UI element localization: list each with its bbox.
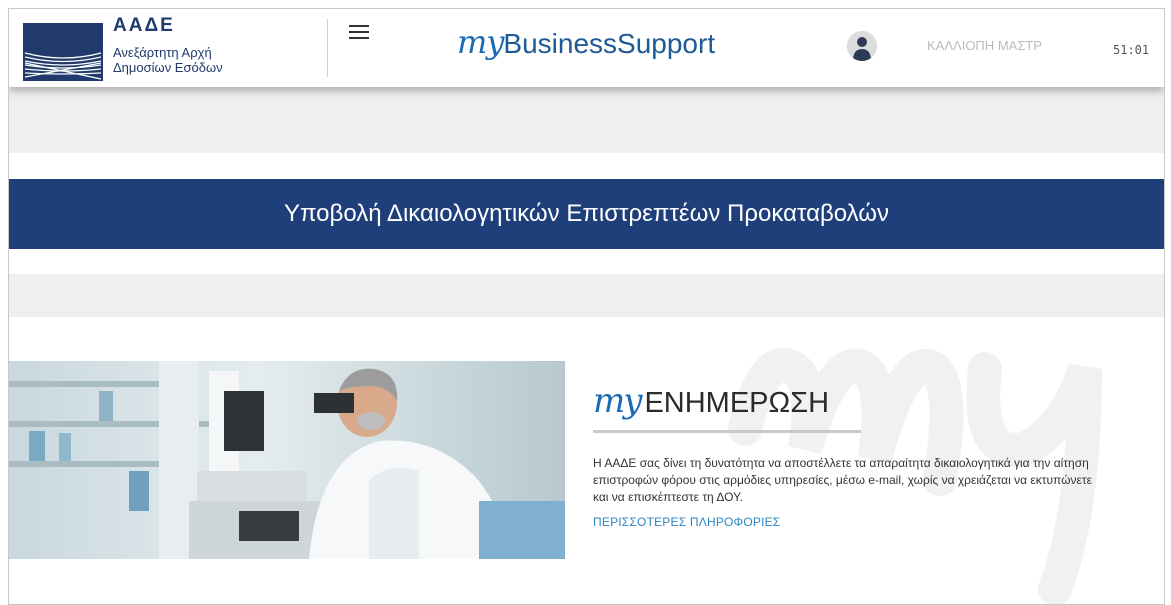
browser-frame: ΑΑΔΕ Ανεξάρτητη Αρχή Δημοσίων Εσόδων myB… [8, 8, 1165, 605]
app-title[interactable]: myBusinessSupport [457, 23, 715, 67]
user-name[interactable]: ΚΑΛΛΙΟΠΗ ΜΑΣΤΡ [887, 31, 1109, 61]
info-title-word: ΕΝΗΜΕΡΩΣΗ [644, 387, 830, 419]
info-section: my ΕΝΗΜΕΡΩΣΗ Η ΑΑΔΕ σας δίνει τη δυνατότη… [593, 381, 1103, 529]
spacer-band-top [9, 87, 1164, 153]
header-divider [327, 19, 328, 77]
top-header: ΑΑΔΕ Ανεξάρτητη Αρχή Δημοσίων Εσόδων myB… [9, 9, 1164, 87]
session-timer: 51:01 [1113, 43, 1150, 57]
brand-name-line2: Δημοσίων Εσόδων [113, 60, 223, 75]
app-title-rest: BusinessSupport [503, 28, 716, 59]
user-icon[interactable] [847, 31, 877, 61]
scientist-microscope-photo [9, 361, 565, 559]
brand-abbreviation: ΑΑΔΕ [113, 15, 175, 36]
page-title-bar: Υποβολή Δικαιολογητικών Επιστρεπτέων Προ… [9, 179, 1164, 249]
info-title-my: my [593, 381, 642, 421]
info-title: my ΕΝΗΜΕΡΩΣΗ [593, 381, 861, 433]
brand-name-line1: Ανεξάρτητη Αρχή [113, 45, 212, 60]
aade-logo-icon [23, 23, 103, 81]
page-title: Υποβολή Δικαιολογητικών Επιστρεπτέων Προ… [283, 200, 890, 227]
app-title-my: my [457, 23, 504, 61]
hamburger-menu-icon[interactable] [349, 25, 369, 39]
more-info-link[interactable]: ΠΕΡΙΣΣΟΤΕΡΕΣ ΠΛΗΡΟΦΟΡΙΕΣ [593, 515, 1103, 529]
info-description: Η ΑΑΔΕ σας δίνει τη δυνατότητα να αποστέ… [593, 456, 1092, 504]
